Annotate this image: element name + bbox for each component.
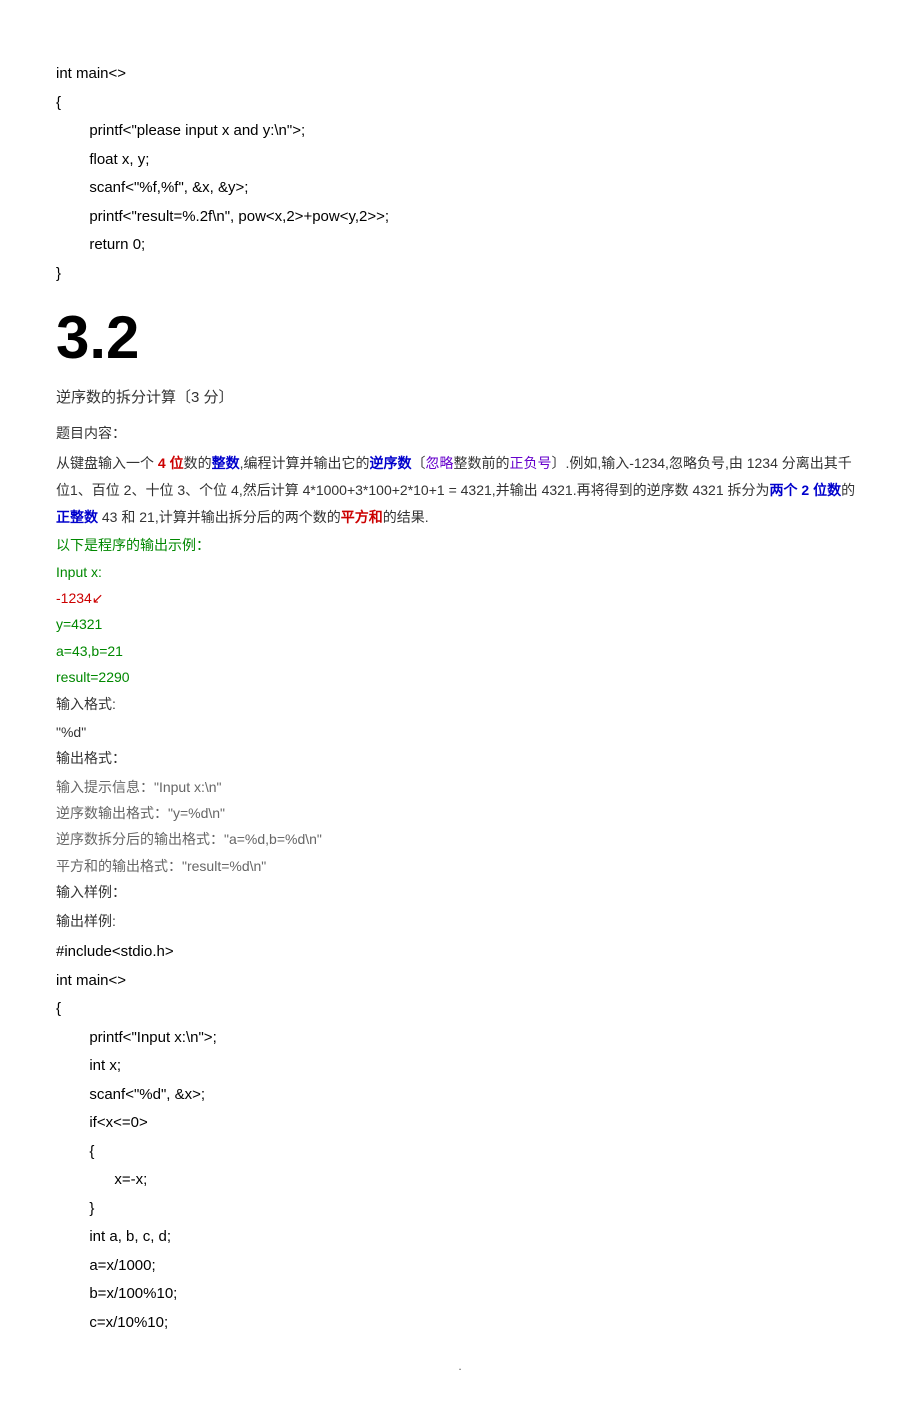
code-line: int x; [56, 1052, 864, 1081]
code-line: a=x/1000; [56, 1252, 864, 1281]
format-line: 逆序数输出格式："y=%d\n" [56, 802, 864, 824]
example-line: -1234↙ [56, 587, 864, 609]
desc-text: 1、百位 2、十位 3、个位 4,然后计算 4*1000+3*100+2*10+… [70, 482, 770, 498]
example-line: y=4321 [56, 613, 864, 635]
code-line: { [56, 89, 864, 118]
input-format-label: 输入格式: [56, 693, 864, 715]
desc-text: 的 [841, 482, 855, 498]
code-line: b=x/100%10; [56, 1280, 864, 1309]
code-line: float x, y; [56, 146, 864, 175]
code-line: } [56, 1195, 864, 1224]
desc-emphasis: 逆序数 [369, 455, 411, 471]
code-line: printf<"result=%.2f\n", pow<x,2>+pow<y,2… [56, 203, 864, 232]
desc-emphasis: 忽略 [425, 455, 453, 471]
code-block-2: #include<stdio.h> int main<> { printf<"I… [56, 938, 864, 1337]
code-block-1: int main<> { printf<"please input x and … [56, 60, 864, 288]
code-line: scanf<"%f,%f", &x, &y>; [56, 174, 864, 203]
code-line: { [56, 995, 864, 1024]
code-line: #include<stdio.h> [56, 938, 864, 967]
desc-text: 整数前的 [453, 455, 509, 471]
desc-emphasis: 数 [84, 509, 98, 525]
input-format-value: "%d" [56, 721, 864, 743]
code-line: { [56, 1138, 864, 1167]
output-format-label: 输出格式： [56, 747, 864, 769]
code-line: int main<> [56, 967, 864, 996]
output-sample-label: 输出样例: [56, 910, 864, 932]
format-line: 输入提示信息："Input x:\n" [56, 776, 864, 798]
desc-text: 数的 [184, 455, 212, 471]
example-line: Input x: [56, 561, 864, 583]
desc-text: 的结果. [383, 509, 429, 525]
code-line: c=x/10%10; [56, 1309, 864, 1338]
format-line: 逆序数拆分后的输出格式："a=%d,b=%d\n" [56, 828, 864, 850]
desc-emphasis: 正负号 [509, 455, 551, 471]
problem-subtitle: 逆序数的拆分计算〔3 分〕 [56, 386, 864, 410]
desc-text: ,编程计算并输出它的 [240, 455, 370, 471]
example-line: a=43,b=21 [56, 640, 864, 662]
code-line: return 0; [56, 231, 864, 260]
desc-text: 43 和 21,计算并输出拆分后的两个数的 [98, 509, 341, 525]
desc-text: 〔 [411, 455, 425, 471]
footer-dot: . [56, 1357, 864, 1376]
section-number: 3.2 [56, 308, 864, 368]
desc-emphasis: 整数 [212, 455, 240, 471]
desc-emphasis: 平方和 [341, 509, 383, 525]
code-line: printf<"Input x:\n">; [56, 1024, 864, 1053]
problem-description: 从键盘输入一个 4 位数的整数,编程计算并输出它的逆序数〔忽略整数前的正负号〕.… [56, 450, 864, 530]
example-line: result=2290 [56, 666, 864, 688]
code-line: } [56, 260, 864, 289]
desc-emphasis: 4 位 [158, 455, 184, 471]
code-line: printf<"please input x and y:\n">; [56, 117, 864, 146]
desc-emphasis: 两个 2 位数 [770, 482, 842, 498]
content-label: 题目内容： [56, 422, 864, 444]
desc-text: 从键盘输入一个 [56, 455, 158, 471]
code-line: if<x<=0> [56, 1109, 864, 1138]
input-sample-label: 输入样例： [56, 881, 864, 903]
format-line: 平方和的输出格式："result=%d\n" [56, 855, 864, 877]
desc-emphasis: 正整 [56, 509, 84, 525]
example-output-label: 以下是程序的输出示例： [56, 534, 864, 556]
code-line: x=-x; [56, 1166, 864, 1195]
code-line: int a, b, c, d; [56, 1223, 864, 1252]
code-line: scanf<"%d", &x>; [56, 1081, 864, 1110]
code-line: int main<> [56, 60, 864, 89]
